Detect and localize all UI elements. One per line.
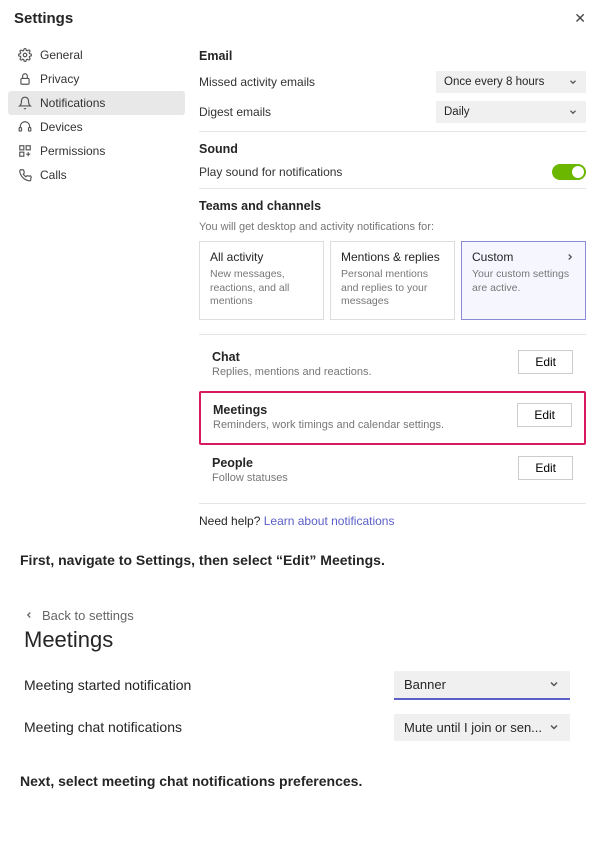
card-title: All activity [210,250,263,264]
block-people: People Follow statuses Edit [199,445,586,497]
phone-icon [18,168,32,182]
help-link[interactable]: Learn about notifications [264,514,395,528]
missed-emails-select[interactable]: Once every 8 hours [436,71,586,93]
sidebar-item-label: Permissions [40,144,105,158]
apps-icon [18,144,32,158]
chevron-right-icon [565,252,575,262]
select-value: Mute until I join or sen... [404,720,542,735]
sidebar-item-calls[interactable]: Calls [8,163,185,187]
back-to-settings[interactable]: Back to settings [24,608,570,623]
instruction-step-1: First, navigate to Settings, then select… [0,548,600,572]
select-value: Daily [444,106,470,118]
chevron-down-icon [568,77,578,87]
sidebar-item-label: Calls [40,168,67,182]
chevron-down-icon [548,721,560,733]
block-title: People [212,456,288,470]
missed-emails-label: Missed activity emails [199,75,315,89]
edit-meetings-button[interactable]: Edit [517,403,572,427]
block-title: Chat [212,350,372,364]
block-sub: Replies, mentions and reactions. [212,366,372,378]
play-sound-toggle[interactable] [552,164,586,180]
meeting-chat-label: Meeting chat notifications [24,719,182,735]
edit-chat-button[interactable]: Edit [518,350,573,374]
select-value: Once every 8 hours [444,76,544,88]
meetings-title: Meetings [24,627,570,653]
select-value: Banner [404,677,446,692]
card-mentions-replies[interactable]: Mentions & replies Personal mentions and… [330,241,455,320]
meeting-chat-select[interactable]: Mute until I join or sen... [394,714,570,741]
dialog-header: Settings ✕ [0,10,600,35]
card-all-activity[interactable]: All activity New messages, reactions, an… [199,241,324,320]
edit-people-button[interactable]: Edit [518,456,573,480]
sidebar-item-label: Devices [40,120,83,134]
block-sub: Follow statuses [212,472,288,484]
play-sound-label: Play sound for notifications [199,165,342,179]
sidebar-item-privacy[interactable]: Privacy [8,67,185,91]
card-title: Custom [472,250,513,264]
card-sub: Personal mentions and replies to your me… [341,268,444,309]
dialog-title: Settings [14,10,73,27]
bell-icon [18,96,32,110]
settings-sidebar: General Privacy Notifications Devices [0,35,185,528]
back-label: Back to settings [42,608,134,623]
sidebar-item-devices[interactable]: Devices [8,115,185,139]
digest-emails-label: Digest emails [199,105,271,119]
card-sub: Your custom settings are active. [472,268,575,295]
sidebar-item-label: Privacy [40,72,79,86]
block-sub: Reminders, work timings and calendar set… [213,419,444,431]
meeting-started-select[interactable]: Banner [394,671,570,700]
meeting-started-label: Meeting started notification [24,677,191,693]
chevron-down-icon [548,678,560,690]
settings-dialog: Settings ✕ General Privacy Notification [0,0,600,528]
settings-content: Email Missed activity emails Once every … [185,35,600,528]
card-custom[interactable]: Custom Your custom settings are active. [461,241,586,320]
card-sub: New messages, reactions, and all mention… [210,268,313,309]
sidebar-item-notifications[interactable]: Notifications [8,91,185,115]
section-sound-heading: Sound [199,142,586,156]
block-meetings: Meetings Reminders, work timings and cal… [199,391,586,445]
block-chat: Chat Replies, mentions and reactions. Ed… [199,339,586,391]
help-line: Need help? Learn about notifications [199,514,586,528]
sidebar-item-label: Notifications [40,96,105,110]
lock-icon [18,72,32,86]
close-icon[interactable]: ✕ [574,10,586,27]
sidebar-item-label: General [40,48,83,62]
instruction-step-2: Next, select meeting chat notifications … [0,769,600,793]
section-email-heading: Email [199,49,586,63]
chevron-left-icon [24,610,34,620]
digest-emails-select[interactable]: Daily [436,101,586,123]
headset-icon [18,120,32,134]
chevron-down-icon [568,107,578,117]
teams-subtext: You will get desktop and activity notifi… [199,221,586,233]
help-prefix: Need help? [199,514,264,528]
block-title: Meetings [213,403,444,417]
sidebar-item-general[interactable]: General [8,43,185,67]
meetings-panel: Back to settings Meetings Meeting starte… [0,578,570,741]
card-title: Mentions & replies [341,250,440,264]
section-teams-heading: Teams and channels [199,199,586,213]
gear-icon [18,48,32,62]
sidebar-item-permissions[interactable]: Permissions [8,139,185,163]
